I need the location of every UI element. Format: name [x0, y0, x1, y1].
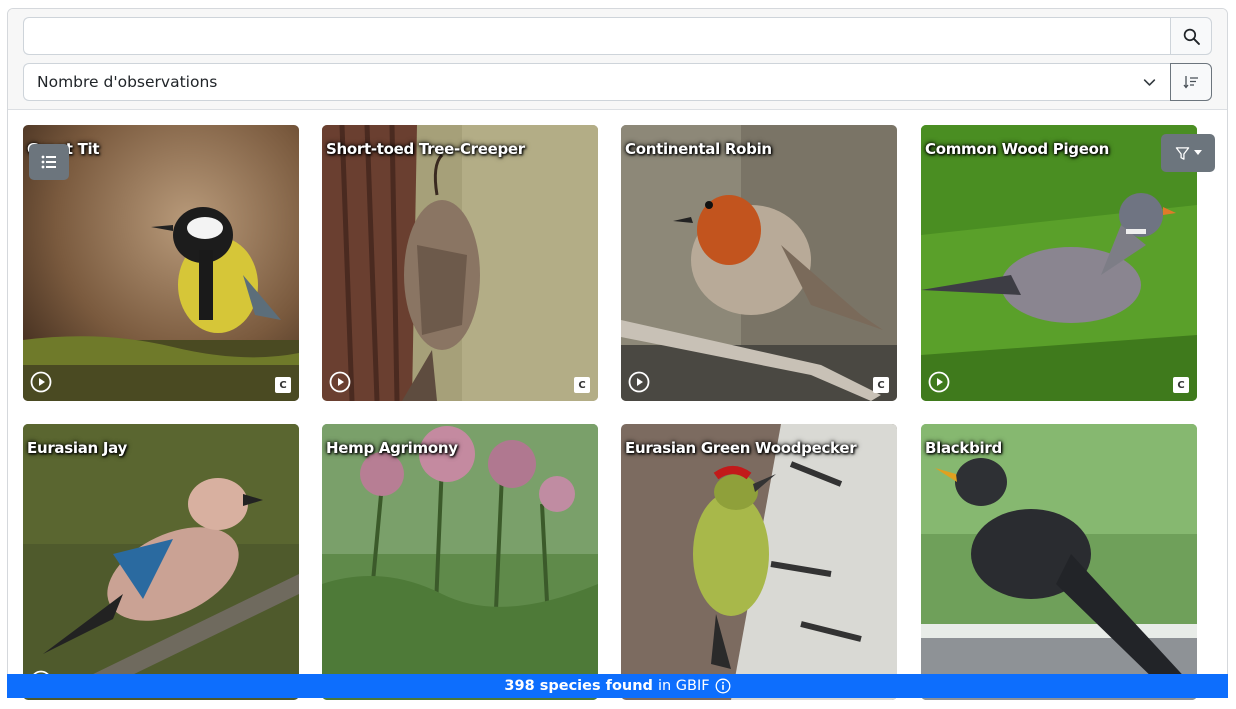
species-card[interactable]: Blackbird C [921, 424, 1197, 700]
species-card[interactable]: Hemp Agrimony C [322, 424, 598, 700]
species-photo [322, 125, 598, 401]
filter-dropdown-button[interactable] [1161, 134, 1215, 172]
sort-selected-label: Nombre d'observations [37, 73, 218, 91]
species-photo [921, 125, 1197, 401]
species-card[interactable]: Eurasian Jay C [23, 424, 299, 700]
play-icon[interactable] [928, 371, 950, 393]
species-card[interactable]: Eurasian Green Woodpecker C [621, 424, 897, 700]
play-icon[interactable] [30, 371, 52, 393]
species-title: Common Wood Pigeon [925, 140, 1109, 158]
results-footer: 398 species found in GBIF [7, 674, 1228, 698]
caret-down-icon [1193, 150, 1202, 155]
search-button[interactable] [1170, 17, 1212, 55]
sort-icon [1183, 76, 1198, 89]
results-source: in GBIF [657, 678, 710, 694]
play-icon[interactable] [329, 371, 351, 393]
license-badge: C [275, 377, 291, 393]
species-photo [23, 424, 299, 700]
species-title: Eurasian Green Woodpecker [625, 439, 857, 457]
license-badge: C [1173, 377, 1189, 393]
sort-order-button[interactable] [1170, 63, 1212, 101]
sort-select[interactable]: Nombre d'observations [23, 63, 1170, 101]
filter-icon [1175, 146, 1189, 160]
species-photo [621, 125, 897, 401]
species-title: Hemp Agrimony [326, 439, 458, 457]
play-icon[interactable] [628, 371, 650, 393]
list-icon [41, 155, 56, 169]
species-photo [621, 424, 897, 700]
species-title: Continental Robin [625, 140, 772, 158]
search-icon [1183, 28, 1200, 45]
species-title: Eurasian Jay [27, 439, 127, 457]
species-photo [921, 424, 1197, 700]
species-card[interactable]: Common Wood Pigeon C [921, 125, 1197, 401]
species-card[interactable]: Continental Robin C [621, 125, 897, 401]
search-input[interactable] [23, 17, 1170, 55]
chevron-down-icon [1143, 78, 1156, 86]
species-title: Blackbird [925, 439, 1002, 457]
list-view-button[interactable] [29, 144, 69, 180]
license-badge: C [574, 377, 590, 393]
info-icon[interactable] [715, 678, 731, 694]
toolbar: Nombre d'observations [8, 9, 1227, 110]
sort-bar: Nombre d'observations [23, 63, 1212, 101]
species-card[interactable]: Short-toed Tree-Creeper C [322, 125, 598, 401]
species-title: Short-toed Tree-Creeper [326, 140, 525, 158]
license-badge: C [873, 377, 889, 393]
search-bar [23, 17, 1212, 55]
species-photo [322, 424, 598, 700]
results-count: 398 species found [504, 678, 653, 694]
